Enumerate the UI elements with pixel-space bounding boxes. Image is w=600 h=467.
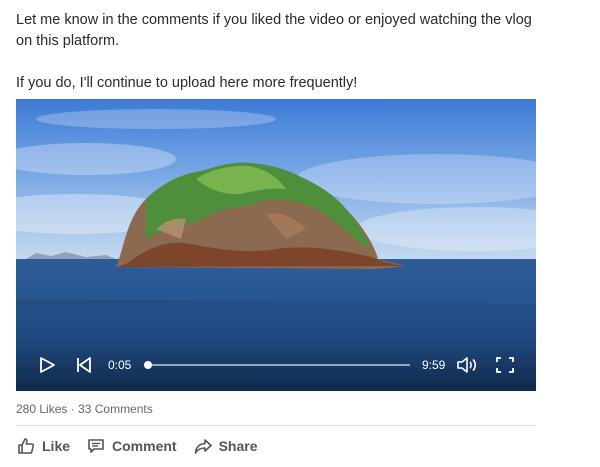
skip-back-icon xyxy=(77,357,91,373)
thumbs-up-icon xyxy=(16,437,36,455)
divider xyxy=(16,425,536,426)
comment-label: Comment xyxy=(112,438,177,454)
stats-separator: · xyxy=(67,402,79,416)
volume-button[interactable] xyxy=(456,356,478,374)
fullscreen-icon xyxy=(496,357,514,373)
restart-button[interactable] xyxy=(75,356,93,374)
engagement-stats: 280 Likes · 33 Comments xyxy=(16,402,153,416)
video-player[interactable]: 0:05 9:59 xyxy=(16,99,536,391)
post-card: Let me know in the comments if you liked… xyxy=(0,0,600,467)
comment-button[interactable]: Comment xyxy=(86,437,177,455)
likes-count[interactable]: 280 Likes xyxy=(16,402,67,416)
volume-icon xyxy=(457,357,477,373)
play-button[interactable] xyxy=(38,356,56,374)
share-arrow-icon xyxy=(193,437,213,455)
share-label: Share xyxy=(218,438,258,454)
play-icon xyxy=(40,357,55,373)
fullscreen-button[interactable] xyxy=(495,356,515,374)
share-button[interactable]: Share xyxy=(193,437,258,455)
current-time: 0:05 xyxy=(108,358,132,372)
post-body: Let me know in the comments if you liked… xyxy=(16,10,536,94)
comments-count[interactable]: 33 Comments xyxy=(78,402,153,416)
post-paragraph: If you do, I'll continue to upload here … xyxy=(16,75,358,91)
like-label: Like xyxy=(42,438,71,454)
post-actions: Like Comment Share xyxy=(16,436,274,456)
duration: 9:59 xyxy=(422,358,446,372)
like-button[interactable]: Like xyxy=(16,437,70,455)
post-paragraph: Let me know in the comments if you liked… xyxy=(16,12,532,49)
comment-icon xyxy=(86,437,106,455)
progress-bar[interactable] xyxy=(144,361,410,369)
